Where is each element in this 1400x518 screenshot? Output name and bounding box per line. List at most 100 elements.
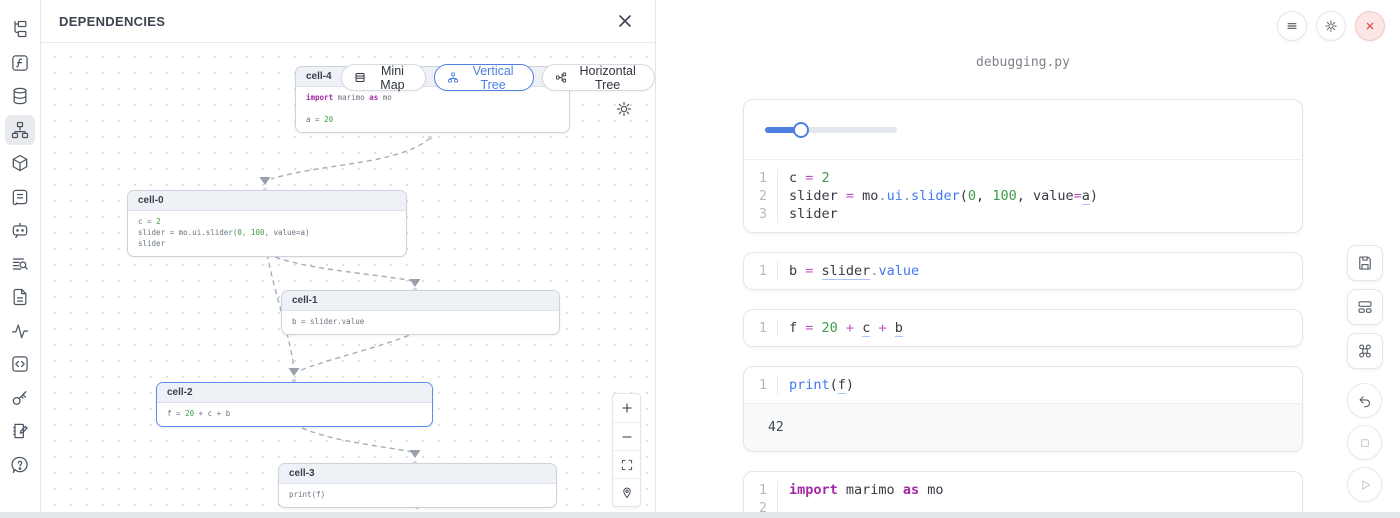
cell-output: 42 — [744, 403, 1302, 451]
cell-editor[interactable]: 1b = slider.value — [744, 253, 1302, 289]
code-token: a = — [306, 115, 324, 124]
code-token: 100 — [992, 188, 1016, 204]
code-text: import marimo as mo — [778, 481, 943, 499]
zoom-in-button[interactable] — [613, 394, 640, 422]
notebook-cells: 1c = 22slider = mo.ui.slider(0, 100, val… — [743, 99, 1303, 518]
code-line: slider = mo.ui.slider(0, 100, value=a) — [138, 227, 396, 238]
notebook-cell-cell-1[interactable]: 1b = slider.value — [743, 252, 1303, 290]
cell-editor[interactable]: 1print(f) — [744, 367, 1302, 403]
scratchpad-icon[interactable] — [5, 182, 35, 212]
secrets-icon[interactable] — [5, 383, 35, 413]
code-token: import — [789, 482, 846, 498]
dependencies-header: DEPENDENCIES — [41, 0, 655, 43]
tracing-icon[interactable] — [5, 316, 35, 346]
undo-button[interactable] — [1347, 383, 1382, 418]
code-token: , — [976, 188, 992, 204]
graph-node-code: c = 2slider = mo.ui.slider(0, 100, value… — [128, 211, 406, 256]
notebook-filename[interactable]: debugging.py — [743, 55, 1303, 70]
code-token: as — [369, 93, 383, 102]
code-line: 1f = 20 + c + b — [744, 319, 1302, 337]
stop-button[interactable] — [1347, 425, 1382, 460]
code-token: ( — [960, 188, 968, 204]
edge-arrowhead — [410, 450, 421, 458]
notebook-cell-cell-4[interactable]: 1import marimo as mo2 — [743, 471, 1303, 518]
notebook-cell-cell-2[interactable]: 1f = 20 + c + b — [743, 309, 1303, 347]
code-line: print(f) — [289, 489, 546, 500]
cell-editor[interactable]: 1c = 22slider = mo.ui.slider(0, 100, val… — [744, 160, 1302, 232]
documentation-icon[interactable] — [5, 282, 35, 312]
graph-node-cell-3[interactable]: cell-3print(f) — [278, 463, 557, 508]
slider-track[interactable] — [765, 127, 897, 133]
zoom-out-button[interactable] — [613, 422, 640, 450]
datasources-icon[interactable] — [5, 81, 35, 111]
snippets-icon[interactable] — [5, 349, 35, 379]
code-token: ) — [1090, 188, 1098, 204]
vertical-tree-button[interactable]: Vertical Tree — [434, 64, 534, 91]
line-number: 1 — [744, 376, 778, 394]
vertical-tree-label: Vertical Tree — [465, 64, 521, 92]
logs-search-icon[interactable] — [5, 249, 35, 279]
code-text: slider = mo.ui.slider(0, 100, value=a) — [778, 187, 1098, 205]
settings-button[interactable] — [1316, 11, 1346, 41]
bottom-scrollbar[interactable] — [0, 512, 1400, 518]
code-token: = — [805, 320, 821, 336]
close-panel-button[interactable] — [613, 9, 637, 33]
mini-map-button[interactable]: Mini Map — [341, 64, 426, 91]
code-token: slider = mo.ui.slider( — [138, 228, 237, 237]
notebook-edit-icon[interactable] — [5, 416, 35, 446]
code-line: 1import marimo as mo — [744, 481, 1302, 499]
menu-button[interactable] — [1277, 11, 1307, 41]
code-token: print — [789, 377, 830, 393]
chat-bot-icon[interactable] — [5, 215, 35, 245]
edge-cell-0-to-cell-1 — [267, 254, 413, 281]
code-line: c = 2 — [138, 216, 396, 227]
edge-cell-1-to-cell-2 — [299, 332, 417, 371]
horizontal-tree-icon — [555, 70, 567, 85]
dependencies-panel: DEPENDENCIES cell-4import marimo as mo a… — [41, 0, 656, 512]
graph-node-cell-2[interactable]: cell-2f = 20 + c + b — [156, 382, 433, 427]
app-window: DEPENDENCIES cell-4import marimo as mo a… — [0, 0, 1400, 518]
dependency-graph-canvas[interactable]: cell-4import marimo as mo a = 20cell-0c … — [41, 43, 655, 511]
horizontal-tree-button[interactable]: Horizontal Tree — [542, 64, 655, 91]
cell-editor[interactable]: 1f = 20 + c + b — [744, 310, 1302, 346]
graph-node-cell-1[interactable]: cell-1b = slider.value — [281, 290, 560, 335]
code-token: 100 — [251, 228, 265, 237]
code-line: 1print(f) — [744, 376, 1302, 394]
dependencies-icon[interactable] — [5, 115, 35, 145]
graph-zoom-controls — [612, 393, 641, 507]
center-view-button[interactable] — [613, 478, 640, 506]
graph-node-code: import marimo as mo a = 20 — [296, 87, 569, 132]
run-button[interactable] — [1347, 467, 1382, 502]
notebook-area: debugging.py 1c = 22slider = mo.ui.slide… — [657, 0, 1400, 512]
code-token: slider — [789, 206, 838, 222]
graph-node-cell-0[interactable]: cell-0c = 2slider = mo.ui.slider(0, 100,… — [127, 190, 407, 257]
code-token: c — [789, 170, 805, 186]
notebook-cell-cell-3[interactable]: 1print(f)42 — [743, 366, 1303, 452]
code-line: slider — [138, 238, 396, 249]
code-token: f — [789, 320, 805, 336]
line-number: 1 — [744, 319, 778, 337]
shutdown-button[interactable] — [1355, 11, 1385, 41]
function-explorer-icon[interactable] — [5, 48, 35, 78]
layout-button[interactable] — [1347, 289, 1383, 325]
edge-arrowhead — [289, 368, 300, 376]
code-token: mo — [383, 93, 392, 102]
horizontal-tree-label: Horizontal Tree — [573, 64, 642, 92]
keyboard-shortcuts-button[interactable] — [1347, 333, 1383, 369]
code-token: = — [1074, 188, 1082, 204]
code-token: 20 — [324, 115, 333, 124]
fit-view-button[interactable] — [613, 450, 640, 478]
notebook-cell-cell-0[interactable]: 1c = 22slider = mo.ui.slider(0, 100, val… — [743, 99, 1303, 233]
graph-node-title: cell-1 — [282, 291, 559, 311]
graph-settings-button[interactable] — [613, 99, 635, 121]
help-icon[interactable] — [5, 450, 35, 480]
code-token: 20 — [185, 409, 194, 418]
gear-icon — [614, 99, 634, 119]
slider-thumb[interactable] — [793, 122, 809, 138]
code-token: marimo — [846, 482, 903, 498]
packages-icon[interactable] — [5, 148, 35, 178]
code-token: 2 — [156, 217, 161, 226]
line-number: 1 — [744, 169, 778, 187]
file-tree-icon[interactable] — [5, 14, 35, 44]
save-button[interactable] — [1347, 245, 1383, 281]
